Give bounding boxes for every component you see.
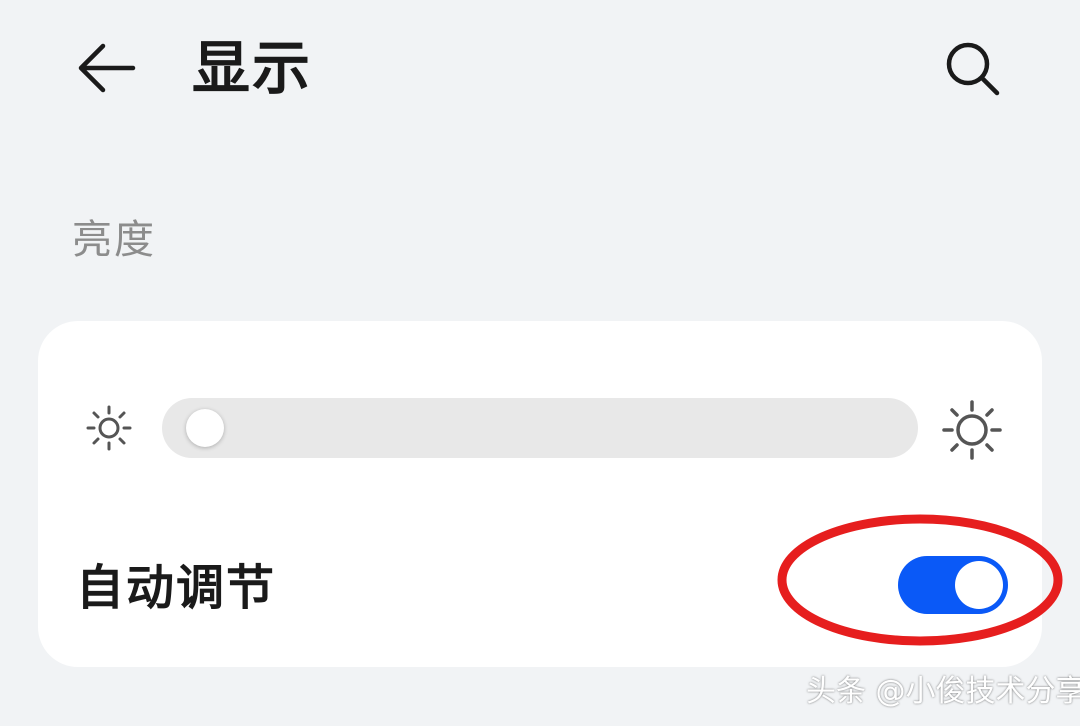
section-label-brightness: 亮度 [72,217,156,263]
auto-adjust-label: 自动调节 [76,560,277,616]
page-title: 显示 [192,34,313,102]
watermark: 头条 @小俊技术分享 [806,674,1080,709]
back-button[interactable] [72,36,142,100]
brightness-slider[interactable] [162,398,918,458]
toggle-knob [955,561,1003,609]
search-button[interactable] [940,36,1004,100]
arrow-left-icon [78,43,136,93]
sun-small-icon [86,405,132,451]
sun-large-icon [942,400,1002,460]
slider-thumb[interactable] [185,409,224,447]
search-icon [946,42,1000,96]
auto-adjust-toggle[interactable] [898,556,1008,614]
